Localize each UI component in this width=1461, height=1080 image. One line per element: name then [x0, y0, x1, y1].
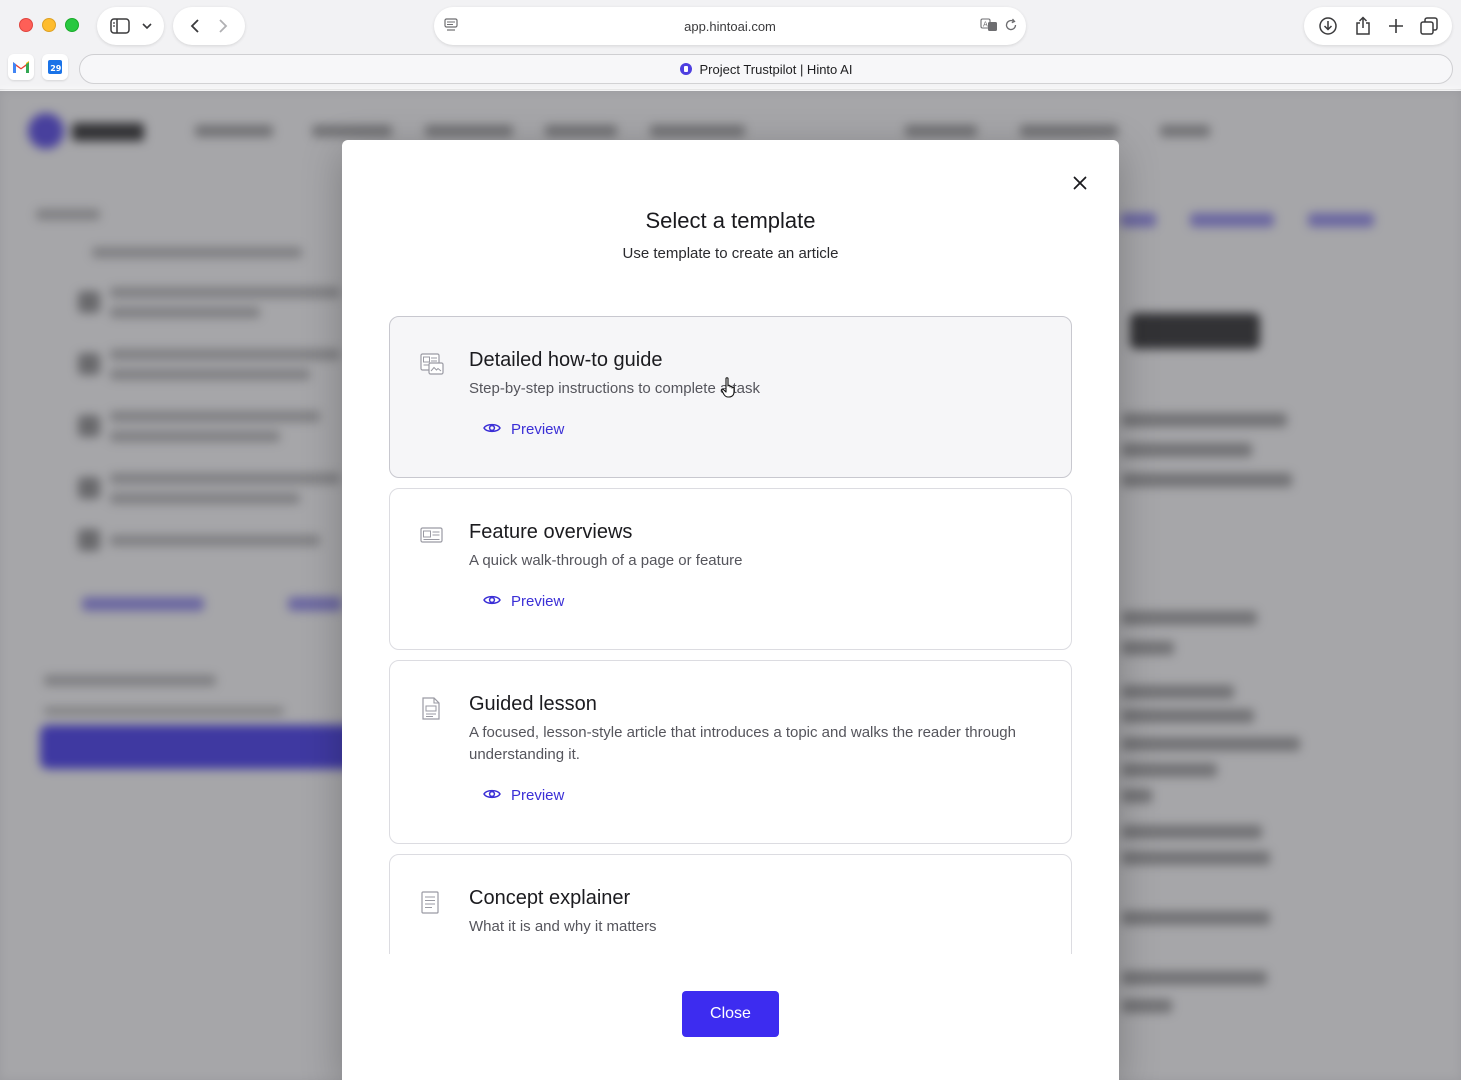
close-window-button[interactable]: [19, 18, 33, 32]
dialog-subtitle: Use template to create an article: [622, 245, 839, 262]
preview-label: Preview: [511, 593, 565, 610]
address-bar-actions: A: [980, 18, 1018, 37]
sidebar-icon[interactable]: [109, 18, 130, 34]
new-tab-icon[interactable]: [1388, 18, 1404, 34]
template-title: Concept explainer: [469, 887, 631, 909]
explainer-doc-icon: [420, 891, 440, 920]
gmail-icon[interactable]: [8, 54, 34, 80]
forward-icon[interactable]: [218, 18, 228, 34]
template-title: Feature overviews: [469, 521, 633, 543]
share-icon[interactable]: [1354, 16, 1372, 36]
page-menu-icon[interactable]: [444, 18, 458, 37]
eye-icon: [483, 421, 501, 438]
history-nav-group: [173, 7, 245, 45]
close-button[interactable]: Close: [682, 991, 779, 1037]
active-tab[interactable]: Project Trustpilot | Hinto AI: [79, 54, 1453, 84]
preview-link[interactable]: Preview: [483, 421, 564, 438]
window-controls: [19, 18, 79, 32]
dialog-title: Select a template: [645, 208, 816, 233]
guide-doc-icon: [420, 353, 444, 380]
svg-text:A: A: [983, 21, 988, 29]
preview-label: Preview: [511, 421, 565, 438]
pointer-cursor-icon: [720, 376, 738, 403]
template-description: A focused, lesson-style article that int…: [469, 724, 1016, 763]
close-icon[interactable]: [1073, 172, 1087, 194]
svg-text:29: 29: [50, 64, 62, 73]
tab-overview-icon[interactable]: [1420, 17, 1438, 35]
zoom-window-button[interactable]: [65, 18, 79, 32]
url-text: app.hintoai.com: [684, 18, 776, 34]
template-card-guided-lesson[interactable]: Guided lesson A focused, lesson-style ar…: [389, 660, 1072, 844]
eye-icon: [483, 593, 501, 610]
eye-icon: [483, 787, 501, 804]
tab-title: Project Trustpilot | Hinto AI: [699, 61, 853, 77]
template-description: What it is and why it matters: [469, 918, 657, 935]
address-bar[interactable]: app.hintoai.com A: [434, 7, 1026, 45]
translate-icon[interactable]: A: [980, 18, 998, 37]
preview-label: Preview: [511, 787, 565, 804]
browser-actions: [1304, 7, 1452, 45]
template-title: Guided lesson: [469, 693, 597, 715]
template-list[interactable]: Detailed how-to guide Step-by-step instr…: [389, 316, 1072, 954]
lesson-doc-icon: [420, 697, 442, 726]
minimize-window-button[interactable]: [42, 18, 56, 32]
calendar-icon[interactable]: 29: [42, 54, 68, 80]
reload-icon[interactable]: [1004, 18, 1018, 37]
overview-doc-icon: [420, 525, 444, 550]
template-title: Detailed how-to guide: [469, 349, 663, 371]
template-card-concept-explainer[interactable]: Concept explainer What it is and why it …: [389, 854, 1072, 954]
template-dialog: Select a template Use template to create…: [342, 140, 1119, 1080]
preview-link[interactable]: Preview: [483, 593, 564, 610]
template-description: A quick walk-through of a page or featur…: [469, 552, 743, 569]
hinto-favicon-icon: [679, 63, 692, 75]
favorites-bar: 29: [8, 54, 68, 80]
template-card-feature-overviews[interactable]: Feature overviews A quick walk-through o…: [389, 488, 1072, 650]
browser-chrome: app.hintoai.com A 29 Project Trustpilot …: [0, 0, 1461, 90]
preview-link[interactable]: Preview: [483, 787, 564, 804]
sidebar-toggle-group: [97, 7, 164, 45]
download-icon[interactable]: [1318, 16, 1338, 36]
chevron-down-icon[interactable]: [141, 22, 152, 30]
template-description: Step-by-step instructions to complete a …: [469, 380, 760, 397]
back-icon[interactable]: [190, 18, 200, 34]
